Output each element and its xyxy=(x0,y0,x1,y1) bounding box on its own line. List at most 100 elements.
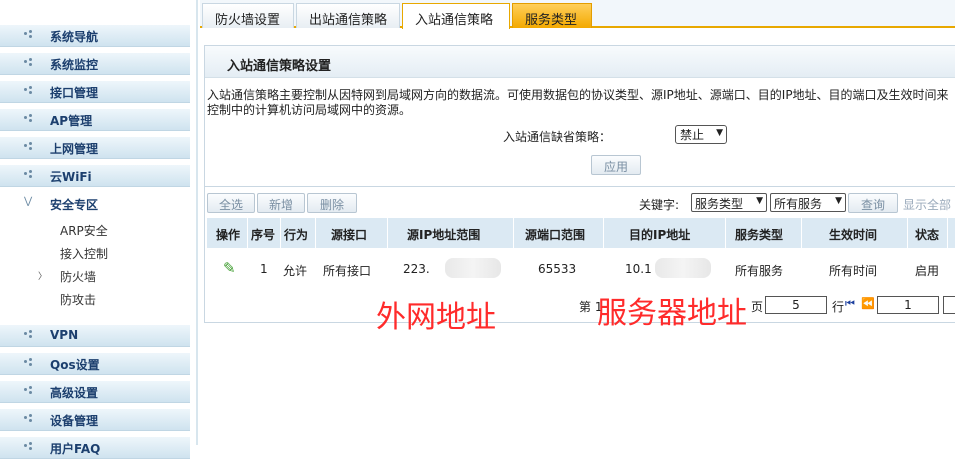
tab-firewall-settings[interactable]: 防火墙设置 xyxy=(202,3,294,28)
keyword-field-value: 服务类型 xyxy=(695,197,744,211)
sidebar-item-faq[interactable]: 用户FAQ xyxy=(0,437,190,459)
cell-service: 所有服务 xyxy=(735,264,784,278)
dots-icon xyxy=(24,414,34,426)
redaction-blur xyxy=(445,258,501,278)
cell-src-port: 65533 xyxy=(538,262,577,276)
inbound-policy-panel: 入站通信策略设置 入站通信策略主要控制从因特网到局域网方向的数据流。可使用数据包… xyxy=(204,45,955,323)
sidebar-subitem-firewall[interactable]: 防火墙 xyxy=(60,268,96,285)
default-policy-value: 禁止 xyxy=(680,128,705,142)
dots-icon xyxy=(24,30,34,42)
panel-header: 入站通信策略设置 xyxy=(205,46,955,78)
pager-page-suffix: 页 xyxy=(751,300,764,314)
dots-icon xyxy=(24,114,34,126)
panel-title: 入站通信策略设置 xyxy=(227,59,332,74)
sidebar-item-label: 设备管理 xyxy=(50,414,99,428)
tab-bar: 防火墙设置 出站通信策略 入站通信策略 服务类型 xyxy=(200,0,955,29)
cell-time: 所有时间 xyxy=(829,264,878,278)
sidebar-item-internet[interactable]: 上网管理 xyxy=(0,137,190,159)
sidebar-item-label: 用户FAQ xyxy=(50,442,101,456)
col-header: 序号 xyxy=(251,228,276,242)
sidebar-item-advanced[interactable]: 高级设置 xyxy=(0,381,190,403)
keyword-value-text: 所有服务 xyxy=(774,197,823,211)
query-button[interactable]: 查询 xyxy=(848,193,898,213)
chevron-down-icon: ▼ xyxy=(716,128,723,138)
default-policy-label: 入站通信缺省策略： xyxy=(503,130,612,144)
sidebar-item-device[interactable]: 设备管理 xyxy=(0,409,190,431)
col-header: 状态 xyxy=(915,228,940,242)
sidebar-item-label: VPN xyxy=(50,328,79,342)
sidebar-item-vpn[interactable]: VPN xyxy=(0,325,190,347)
redaction-blur xyxy=(655,258,711,278)
sidebar-item-monitor[interactable]: 系统监控 xyxy=(0,53,190,75)
cell-index: 1 xyxy=(260,262,268,276)
col-header: 目的IP地址 xyxy=(629,228,691,242)
cell-src-interface: 所有接口 xyxy=(323,264,372,278)
sidebar-subitem-arp[interactable]: ARP安全 xyxy=(60,222,108,239)
keyword-field-select[interactable]: 服务类型 ▼ xyxy=(691,193,767,212)
table-row[interactable]: ✎ 1 允许 所有接口 223. 65533 10.1 所有服务 所有时间 启用 xyxy=(207,248,955,290)
sidebar-item-label: 云WiFi xyxy=(50,170,92,184)
table-toolbar: 全选 新增 删除 关键字: 服务类型 ▼ 所有服务 ▼ 查询 显示全部 xyxy=(205,186,955,216)
chevron-down-icon: ⋁ xyxy=(24,196,33,207)
col-header: 操作 xyxy=(216,228,241,242)
default-policy-select[interactable]: 禁止 ▼ xyxy=(675,125,727,144)
prev-page-icon[interactable]: ⏪ xyxy=(861,297,875,310)
sidebar-item-ap[interactable]: AP管理 xyxy=(0,109,190,131)
tab-inbound-policy[interactable]: 入站通信策略 xyxy=(402,3,510,29)
sidebar-item-nav[interactable]: 系统导航 xyxy=(0,25,190,47)
dots-icon xyxy=(24,58,34,70)
sidebar-item-security[interactable]: ⋁ 安全专区 xyxy=(0,193,190,215)
select-all-button[interactable]: 全选 xyxy=(207,193,255,213)
cell-status: 启用 xyxy=(915,264,940,278)
sidebar-item-qos[interactable]: Qos设置 xyxy=(0,353,190,375)
dots-icon xyxy=(24,86,34,98)
col-header: 生效时间 xyxy=(829,228,878,242)
show-all-link[interactable]: 显示全部 xyxy=(903,196,951,213)
sidebar-item-label: 高级设置 xyxy=(50,386,99,400)
sidebar-item-cloud-wifi[interactable]: 云WiFi xyxy=(0,165,190,187)
chevron-right-icon: 〉 xyxy=(38,272,48,282)
table-header: 操作 序号 行为 源接口 源IP地址范围 源端口范围 目的IP地址 服务类型 生… xyxy=(207,218,955,248)
pager-rows-suffix: 行 xyxy=(832,300,845,314)
cell-src-ip: 223. xyxy=(403,262,430,276)
col-header: 源IP地址范围 xyxy=(407,228,481,242)
sidebar-subitem-anti-attack[interactable]: 防攻击 xyxy=(60,291,96,308)
sidebar-item-label: Qos设置 xyxy=(50,358,100,372)
tab-outbound-policy[interactable]: 出站通信策略 xyxy=(296,3,400,28)
annotation-server-address: 服务器地址 xyxy=(597,296,747,331)
col-header: 行为 xyxy=(284,228,309,242)
dots-icon xyxy=(24,442,34,454)
annotation-external-address: 外网地址 xyxy=(376,300,496,335)
rows-per-page-input[interactable]: 5 xyxy=(765,296,827,314)
dots-icon xyxy=(24,142,34,154)
sidebar-subitem-access-control[interactable]: 接入控制 xyxy=(60,245,108,262)
dots-icon xyxy=(24,386,34,398)
sidebar-item-interface[interactable]: 接口管理 xyxy=(0,81,190,103)
cell-action: 允许 xyxy=(283,264,308,278)
chevron-down-icon: ▼ xyxy=(756,196,763,206)
sidebar-item-label: AP管理 xyxy=(50,114,93,128)
sidebar: 系统导航 系统监控 接口管理 AP管理 上网管理 云WiFi ⋁ 安全专区 AR… xyxy=(0,0,198,459)
first-page-icon[interactable]: ⏮ xyxy=(845,297,855,311)
page-number-input[interactable]: 1 xyxy=(877,296,939,314)
dots-icon xyxy=(24,170,34,182)
sidebar-item-label: 系统导航 xyxy=(50,30,99,44)
col-header: 源端口范围 xyxy=(525,228,586,242)
col-header: 服务类型 xyxy=(735,228,784,242)
apply-button[interactable]: 应用 xyxy=(591,155,641,175)
pager-go-button[interactable] xyxy=(943,296,955,314)
col-header: 源接口 xyxy=(331,228,368,242)
delete-button[interactable]: 删除 xyxy=(307,193,357,213)
tab-service-type[interactable]: 服务类型 xyxy=(512,3,592,28)
panel-description: 入站通信策略主要控制从因特网到局域网方向的数据流。可使用数据包的协议类型、源IP… xyxy=(207,88,949,117)
chevron-down-icon: ▼ xyxy=(835,196,842,206)
sidebar-item-label: 接口管理 xyxy=(50,86,99,100)
keyword-label: 关键字: xyxy=(639,198,680,212)
cell-dst-ip: 10.1 xyxy=(625,262,652,276)
edit-icon[interactable]: ✎ xyxy=(223,259,236,277)
dots-icon xyxy=(24,358,34,370)
keyword-value-select[interactable]: 所有服务 ▼ xyxy=(770,193,846,212)
sidebar-item-label: 系统监控 xyxy=(50,58,99,72)
add-button[interactable]: 新增 xyxy=(257,193,305,213)
sidebar-item-label: 上网管理 xyxy=(50,142,99,156)
